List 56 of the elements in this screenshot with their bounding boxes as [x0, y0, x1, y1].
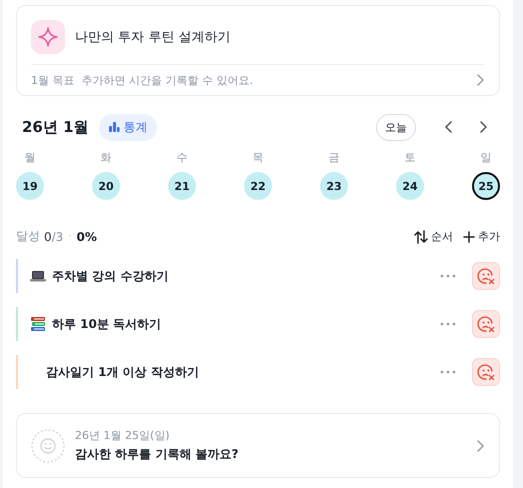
plus-icon — [463, 230, 475, 242]
date-button[interactable]: 23 — [320, 172, 348, 200]
goal-tag: 1월 목표 — [31, 72, 74, 88]
habit-row[interactable]: 감사일기 1개 이상 작성하기 — [16, 355, 500, 389]
habit-title: 감사일기 1개 이상 작성하기 — [46, 364, 199, 380]
habit-row[interactable]: 하루 10분 독서하기 — [16, 307, 500, 341]
date-button[interactable]: 25 — [472, 172, 500, 200]
date-button[interactable]: 21 — [168, 172, 196, 200]
bar-chart-icon — [108, 121, 120, 133]
progress-count: 0/3 — [44, 230, 64, 244]
weekday-label: 일 — [480, 150, 492, 165]
sad-face-button[interactable] — [472, 310, 500, 338]
chevron-right-icon — [475, 438, 485, 452]
date-button[interactable]: 20 — [92, 172, 120, 200]
sad-face-button[interactable] — [472, 262, 500, 290]
chevron-right-icon — [475, 73, 485, 87]
habit-title: 하루 10분 독서하기 — [52, 316, 162, 332]
weekday-label: 금 — [328, 150, 340, 165]
date-button[interactable]: 22 — [244, 172, 272, 200]
laptop-icon — [30, 270, 46, 282]
weekday-label: 목 — [252, 150, 264, 165]
chevron-left-icon[interactable] — [444, 120, 454, 134]
goal-title: 나만의 투자 루틴 설계하기 — [75, 29, 230, 46]
sparkle-icon — [38, 27, 58, 47]
habit-row[interactable]: 주차별 강의 수강하기 — [16, 259, 500, 293]
stats-button[interactable]: 통계 — [98, 114, 157, 140]
books-icon — [30, 316, 46, 332]
smiley-icon — [31, 428, 65, 462]
today-button[interactable]: 오늘 — [376, 114, 416, 140]
sad-face-icon — [477, 363, 495, 381]
habit-title: 주차별 강의 수강하기 — [52, 268, 168, 284]
sort-button[interactable]: 순서 — [414, 229, 453, 244]
date-button[interactable]: 24 — [396, 172, 424, 200]
weekday-label: 토 — [404, 150, 416, 165]
journal-prompt: 감사한 하루를 기록해 볼까요? — [75, 446, 238, 463]
add-button[interactable]: 추가 — [463, 229, 500, 244]
more-icon[interactable] — [440, 370, 456, 374]
journal-date: 26년 1월 25일(일) — [75, 428, 171, 443]
separator-dot: · — [68, 231, 72, 242]
sad-face-icon — [477, 267, 495, 285]
date-button[interactable]: 19 — [16, 172, 44, 200]
chevron-right-icon[interactable] — [478, 120, 488, 134]
weekday-label: 화 — [100, 150, 112, 165]
more-icon[interactable] — [440, 274, 456, 278]
progress-label: 달성 — [16, 228, 40, 245]
goal-hint: 추가하면 시간을 기록할 수 있어요. — [82, 72, 253, 88]
goal-card[interactable]: 나만의 투자 루틴 설계하기 1월 목표 추가하면 시간을 기록할 수 있어요. — [16, 5, 500, 96]
month-title: 26년 1월 — [22, 118, 89, 136]
weekday-label: 수 — [176, 150, 188, 165]
sad-face-icon — [477, 315, 495, 333]
sad-face-button[interactable] — [472, 358, 500, 386]
sort-arrows-icon — [414, 230, 428, 244]
more-icon[interactable] — [440, 322, 456, 326]
journal-card[interactable]: 26년 1월 25일(일) 감사한 하루를 기록해 볼까요? — [16, 413, 500, 478]
weekday-label: 월 — [24, 150, 36, 165]
progress-percent: 0% — [76, 230, 97, 244]
